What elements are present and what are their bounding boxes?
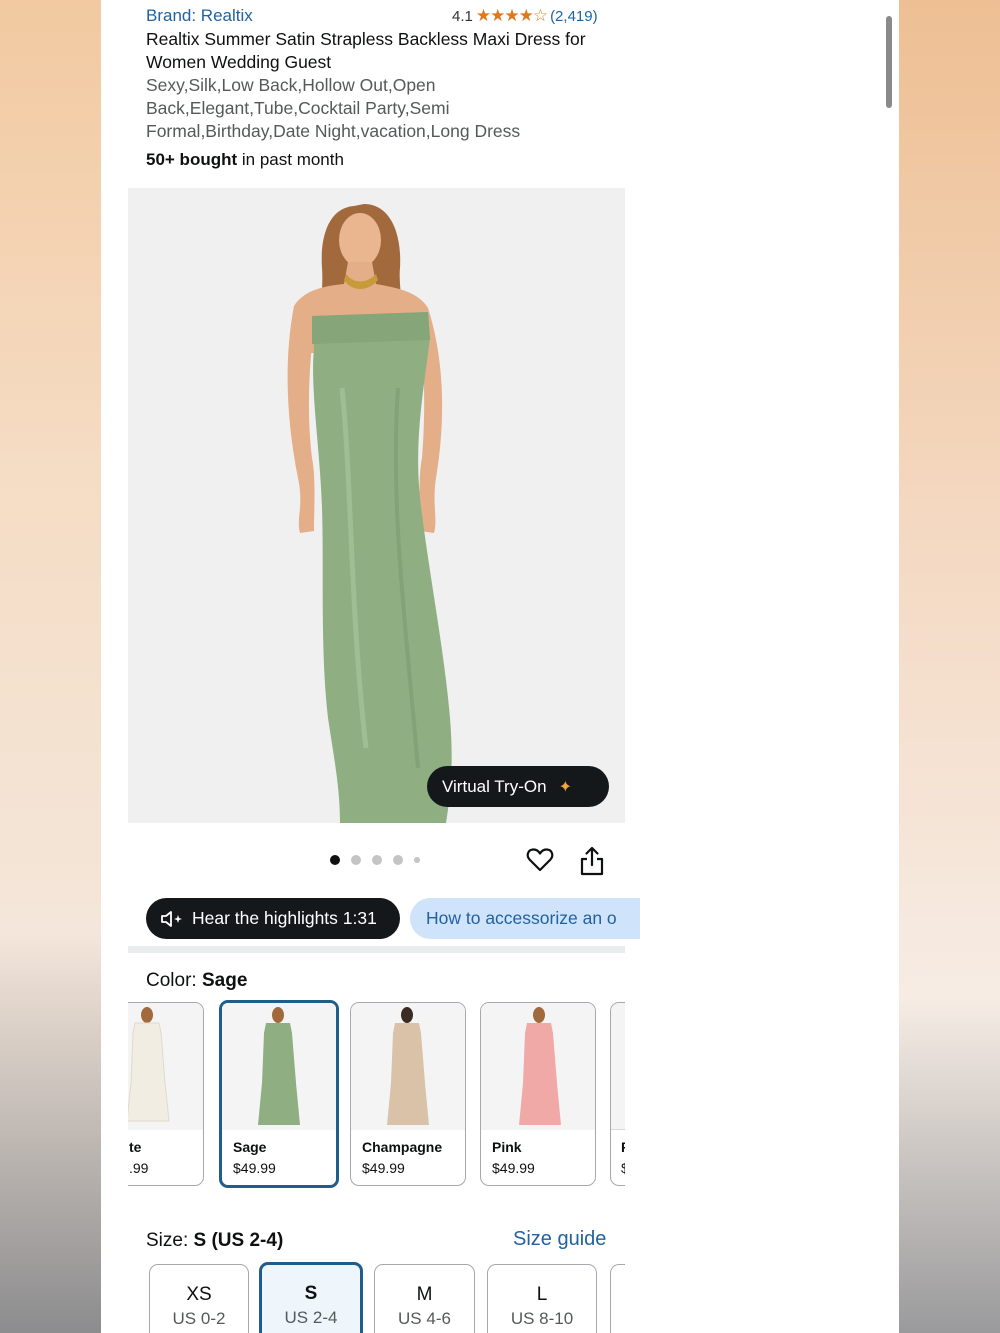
- size-us: US 4-6: [398, 1309, 451, 1328]
- rating-value: 4.1: [452, 7, 473, 25]
- size-option-next[interactable]: [610, 1264, 625, 1333]
- carousel-dot[interactable]: [372, 855, 382, 865]
- swatch-name: Pink: [492, 1139, 522, 1155]
- virtual-try-on-button[interactable]: Virtual Try-On ✦: [427, 766, 609, 807]
- swatch-price: $: [621, 1160, 625, 1176]
- size-options: XS US 0-2 S US 2-4 M US 4-6 L US 8-10: [128, 1262, 625, 1333]
- product-image[interactable]: [128, 188, 625, 823]
- swatch-price: $49.99: [233, 1160, 276, 1176]
- color-swatch-next[interactable]: F $: [610, 1002, 625, 1186]
- carousel-dot[interactable]: [330, 855, 340, 865]
- size-name: M: [416, 1284, 433, 1305]
- size-name: S: [304, 1283, 318, 1304]
- size-selected: S (US 2-4): [193, 1230, 284, 1251]
- product-subtitle: Sexy,Silk,Low Back,Hollow Out,Open Back,…: [146, 75, 521, 141]
- size-option-xs[interactable]: XS US 0-2: [149, 1264, 249, 1333]
- carousel-dot[interactable]: [414, 857, 420, 863]
- color-swatch-pink[interactable]: Pink $49.99: [480, 1002, 596, 1186]
- dress-model-image: [128, 188, 625, 823]
- color-label: Color: Sage: [146, 970, 247, 992]
- scrollbar[interactable]: [886, 16, 892, 108]
- size-us: US 8-10: [510, 1309, 574, 1328]
- size-label: Size: S (US 2-4): [146, 1230, 283, 1252]
- brand-link[interactable]: Brand: Realtix: [146, 6, 253, 26]
- rating-count[interactable]: (2,419): [550, 8, 598, 25]
- size-label-prefix: Size:: [146, 1230, 194, 1251]
- rating[interactable]: 4.1 ★★★★☆ (2,419): [452, 6, 598, 26]
- bought-in-past-month: 50+ bought in past month: [146, 150, 344, 170]
- carousel-dot[interactable]: [351, 855, 361, 865]
- bought-count: 50+ bought: [146, 150, 238, 169]
- swatch-image: [222, 1003, 336, 1130]
- rating-stars-icon: ★★★★☆: [475, 6, 548, 25]
- color-swatches: te .99 Sage $49.99 Champagne $49.99 Pink…: [128, 1000, 625, 1190]
- carousel-dot[interactable]: [393, 855, 403, 865]
- swatch-name: Champagne: [362, 1139, 443, 1155]
- product-page: Brand: Realtix 4.1 ★★★★☆ (2,419) Realtix…: [101, 0, 899, 1333]
- size-guide-link[interactable]: Size guide: [513, 1228, 606, 1251]
- bought-text: in past month: [237, 150, 344, 169]
- swatch-name: te: [129, 1139, 142, 1155]
- swatch-price: .99: [129, 1160, 149, 1176]
- background-right: [899, 0, 1000, 1333]
- accessorize-chip[interactable]: How to accessorize an o: [410, 898, 640, 939]
- sparkle-icon: ✦: [558, 778, 572, 796]
- product-title: Realtix Summer Satin Strapless Backless …: [146, 29, 586, 72]
- color-swatch-champagne[interactable]: Champagne $49.99: [350, 1002, 466, 1186]
- heart-icon[interactable]: [526, 846, 554, 874]
- size-name: L: [536, 1284, 548, 1305]
- share-icon[interactable]: [579, 846, 605, 876]
- swatch-image: [351, 1003, 465, 1130]
- size-option-l[interactable]: L US 8-10: [487, 1264, 597, 1333]
- color-swatch-sage[interactable]: Sage $49.99: [219, 1000, 339, 1188]
- section-divider: [128, 946, 625, 953]
- size-us: US 0-2: [172, 1309, 226, 1328]
- swatch-image: [481, 1003, 595, 1130]
- size-option-m[interactable]: M US 4-6: [374, 1264, 475, 1333]
- swatch-price: $49.99: [492, 1160, 535, 1176]
- color-swatch-white[interactable]: te .99: [128, 1002, 204, 1186]
- swatch-name: F: [621, 1139, 625, 1155]
- virtual-try-on-label: Virtual Try-On: [442, 776, 547, 796]
- size-option-s[interactable]: S US 2-4: [259, 1262, 363, 1333]
- swatch-price: $49.99: [362, 1160, 405, 1176]
- swatch-image: [611, 1003, 625, 1130]
- size-us: US 2-4: [284, 1308, 338, 1327]
- hear-highlights-button[interactable]: Hear the highlights 1:31: [146, 898, 400, 939]
- color-label-prefix: Color:: [146, 970, 202, 991]
- highlights-label: Hear the highlights 1:31: [192, 908, 377, 928]
- size-name: XS: [186, 1284, 212, 1305]
- color-selected: Sage: [201, 970, 248, 991]
- swatch-name: Sage: [233, 1139, 267, 1155]
- swatch-image: [128, 1003, 203, 1130]
- image-carousel-dots[interactable]: [330, 855, 420, 865]
- speaker-sparkle-icon: [161, 910, 182, 927]
